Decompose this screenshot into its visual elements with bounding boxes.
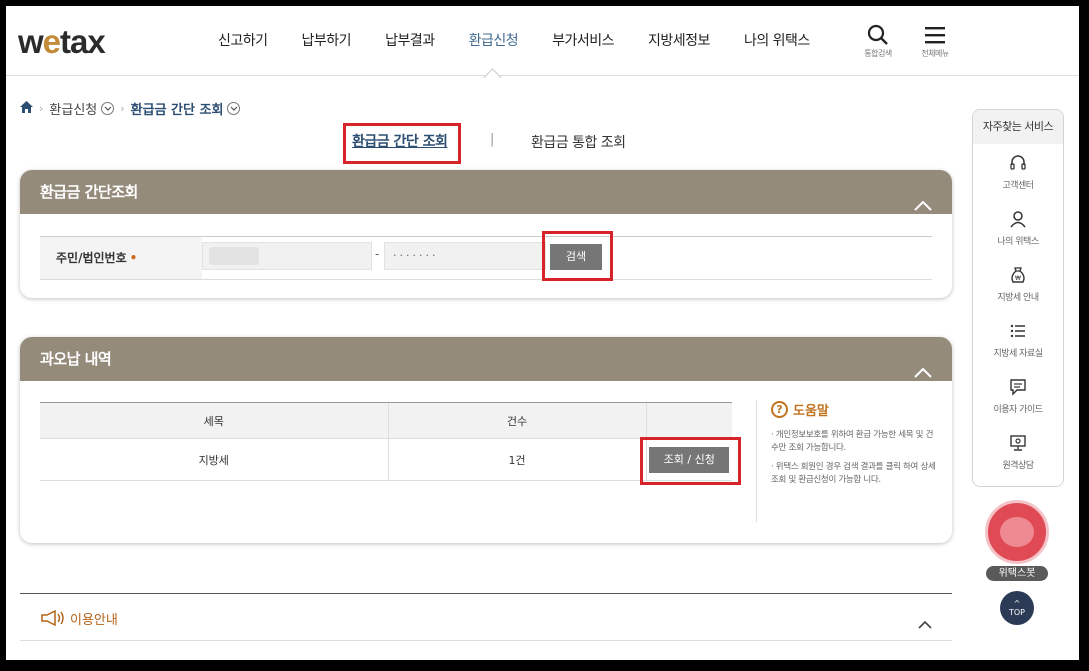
simple-inquiry-panel: 환급금 간단조회 주민/법인번호 • <box>20 170 952 298</box>
quick-item-local-tax-guide[interactable]: ₩ 지방세 안내 <box>973 256 1063 312</box>
money-bag-icon: ₩ <box>1009 267 1027 288</box>
id-number-label: 주민/법인번호 • <box>40 237 202 279</box>
required-mark: • <box>129 251 138 265</box>
nav-pay-result[interactable]: 납부결과 <box>368 6 452 76</box>
cell-tax-type: 지방세 <box>40 438 388 481</box>
nav-extra-services[interactable]: 부가서비스 <box>535 6 631 76</box>
breadcrumb-level2[interactable]: 환급금 간단 조회 <box>131 99 224 118</box>
scroll-top-button[interactable]: ^ TOP <box>1000 591 1034 625</box>
table-header-row: 세목 건수 <box>40 402 732 439</box>
quick-item-label: 고객센터 <box>1002 181 1034 191</box>
chevron-down-icon[interactable] <box>227 102 241 115</box>
help-box: ? 도움말 · 개인정보보호를 위하여 환급 가능한 세목 및 건수만 조회 가능… <box>756 400 936 522</box>
home-icon[interactable] <box>20 100 33 117</box>
quick-item-label: 나의 위택스 <box>997 237 1039 247</box>
quick-service-title: 자주찾는 서비스 <box>973 110 1063 144</box>
wetax-logo[interactable]: wetax <box>18 23 106 61</box>
usage-info-section[interactable]: 이용안내 <box>20 593 952 641</box>
id-dash: - <box>375 247 380 261</box>
chatbot-mascot[interactable] <box>985 500 1049 564</box>
all-menu-button[interactable]: 전체메뉴 <box>912 24 958 59</box>
hamburger-icon <box>912 24 958 46</box>
usage-info-label: 이용안내 <box>70 613 118 628</box>
overpayment-table: 세목 건수 지방세 1건 조회 / 신청 <box>40 402 732 481</box>
page-frame: wetax 신고하기 납부하기 납부결과 환급신청 부가서비스 지방세정보 나의… <box>6 6 1079 660</box>
panel-header: 환급금 간단조회 <box>20 170 952 214</box>
tab-divider: | <box>490 132 495 147</box>
chevron-up-icon[interactable] <box>914 184 932 228</box>
nav-local-tax-info[interactable]: 지방세정보 <box>631 6 727 76</box>
cell-action: 조회 / 신청 <box>645 438 732 481</box>
nav-refund[interactable]: 환급신청 <box>452 6 536 76</box>
main-nav: 신고하기 납부하기 납부결과 환급신청 부가서비스 지방세정보 나의 위택스 <box>201 6 827 76</box>
nav-pay[interactable]: 납부하기 <box>285 6 369 76</box>
overpayment-panel: 과오납 내역 세목 건수 지방세 1건 조회 / 신청 ? 도움말 · 개인정보… <box>20 337 952 543</box>
id-back-field[interactable]: ······· <box>384 242 546 270</box>
col-tax-type: 세목 <box>40 402 388 439</box>
quick-item-label: 이용자 가이드 <box>993 405 1043 415</box>
quick-item-customer-center[interactable]: 고객센터 <box>973 144 1063 200</box>
nav-my-wetax[interactable]: 나의 위택스 <box>727 6 827 76</box>
inquiry-apply-button[interactable]: 조회 / 신청 <box>649 446 730 473</box>
quick-service-panel: 자주찾는 서비스 고객센터 나의 위택스 ₩ 지방세 안내 지방세 자료실 이용… <box>972 109 1064 487</box>
tab-integrated-refund-inquiry[interactable]: 환급금 통합 조회 <box>531 132 626 152</box>
chat-icon <box>1009 379 1027 400</box>
id-number-label-text: 주민/법인번호 <box>56 251 127 265</box>
breadcrumb: › 환급신청 › 환급금 간단 조회 <box>20 99 241 118</box>
help-item: · 개인정보보호를 위하여 환급 가능한 세목 및 건수만 조회 가능합니다. <box>771 430 934 453</box>
breadcrumb-separator: › <box>120 102 125 115</box>
quick-item-label: 원격상담 <box>1002 461 1034 471</box>
nav-report[interactable]: 신고하기 <box>201 6 285 76</box>
help-title: ? 도움말 <box>771 400 936 419</box>
help-title-text: 도움말 <box>793 404 829 419</box>
site-header: wetax 신고하기 납부하기 납부결과 환급신청 부가서비스 지방세정보 나의… <box>6 6 1079 76</box>
monitor-icon <box>1009 435 1027 456</box>
quick-item-remote-support[interactable]: 원격상담 <box>973 424 1063 480</box>
search-icon <box>855 24 901 46</box>
search-button[interactable]: 통합검색 <box>855 24 901 59</box>
chatbot-label[interactable]: 위택스봇 <box>986 566 1048 581</box>
tab-simple-refund-inquiry[interactable]: 환급금 간단 조회 <box>352 131 448 151</box>
quick-item-my-wetax[interactable]: 나의 위택스 <box>973 200 1063 256</box>
panel-title: 환급금 간단조회 <box>40 183 138 201</box>
logo-w: w <box>18 23 44 60</box>
mascot-face <box>1000 517 1034 547</box>
col-action <box>645 402 732 439</box>
list-icon <box>1009 324 1027 344</box>
logo-e: e <box>42 23 61 60</box>
breadcrumb-separator: › <box>39 102 44 115</box>
logo-tax: tax <box>60 23 106 60</box>
svg-text:₩: ₩ <box>1015 275 1021 282</box>
panel-header: 과오납 내역 <box>20 337 952 381</box>
question-icon: ? <box>771 401 788 418</box>
search-submit-button[interactable]: 검색 <box>550 244 602 270</box>
quick-item-local-tax-archive[interactable]: 지방세 자료실 <box>973 312 1063 368</box>
help-item: · 위택스 회원인 경우 검색 결과를 클릭 하여 상세 조회 및 환급신청이 … <box>771 462 936 485</box>
quick-item-label: 지방세 자료실 <box>993 349 1043 359</box>
megaphone-icon <box>40 609 66 630</box>
user-icon <box>1009 211 1027 232</box>
table-row: 지방세 1건 조회 / 신청 <box>40 438 732 481</box>
chevron-up-icon[interactable] <box>914 351 932 395</box>
quick-item-user-guide[interactable]: 이용자 가이드 <box>973 368 1063 424</box>
blurred-value <box>209 247 259 265</box>
search-caption: 통합검색 <box>864 49 892 58</box>
panel-title: 과오납 내역 <box>40 350 112 368</box>
cell-count: 1건 <box>387 438 646 481</box>
chevron-up-icon: ^ <box>1013 599 1021 608</box>
headset-icon <box>1009 155 1027 176</box>
chevron-down-icon[interactable] <box>101 102 115 115</box>
quick-item-label: 지방세 안내 <box>997 293 1039 303</box>
top-label: TOP <box>1008 608 1025 617</box>
col-count: 건수 <box>387 402 646 439</box>
menu-caption: 전체메뉴 <box>921 49 949 58</box>
chevron-up-icon[interactable] <box>918 614 932 633</box>
breadcrumb-level1[interactable]: 환급신청 <box>49 99 97 118</box>
id-front-field[interactable] <box>202 242 372 270</box>
